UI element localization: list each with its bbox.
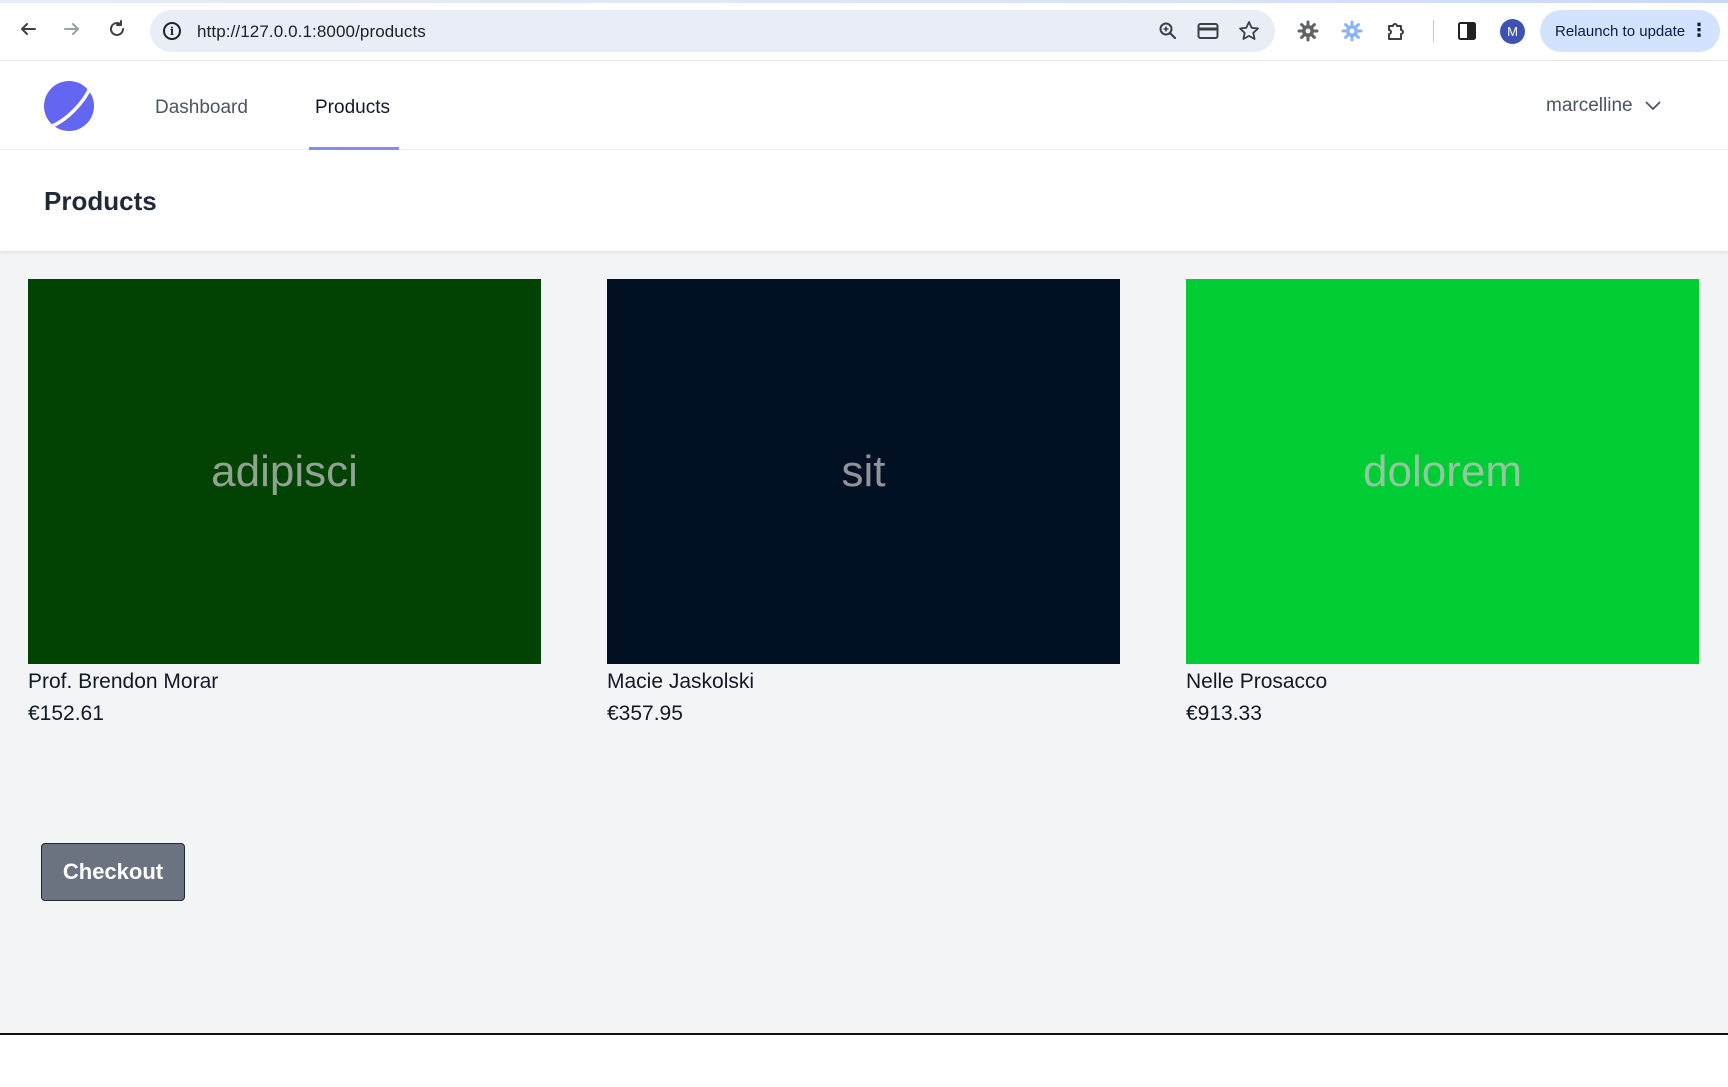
page-bottom [0, 1035, 1728, 1087]
extensions-icon[interactable] [1385, 19, 1409, 43]
settings-gear-icon[interactable] [1340, 19, 1364, 43]
extension-puzzle-gear-icon[interactable] [1296, 19, 1320, 43]
nav-products-link[interactable]: Products [315, 97, 390, 119]
tab-strip-edge [0, 0, 1728, 3]
product-price: €357.95 [607, 702, 683, 725]
product-name[interactable]: Macie Jaskolski [607, 670, 1120, 694]
reload-icon[interactable] [104, 16, 130, 42]
product-price: €152.61 [28, 702, 104, 725]
product-card[interactable]: sit Macie Jaskolski €357.95 [607, 279, 1120, 726]
address-bar[interactable]: i http://127.0.0.1:8000/products [150, 10, 1275, 52]
browser-toolbar: i http://127.0.0.1:8000/products M Relau… [0, 0, 1728, 61]
product-image-text: sit [841, 446, 886, 496]
app-navbar: Dashboard Products marcelline [0, 61, 1728, 150]
more-menu-icon[interactable]: ⋮ [1690, 20, 1708, 40]
bookmark-star-icon[interactable] [1238, 20, 1260, 42]
back-icon[interactable] [15, 16, 41, 42]
product-price: €913.33 [1186, 702, 1262, 725]
profile-avatar[interactable]: M [1500, 19, 1525, 44]
product-image[interactable]: sit [607, 279, 1120, 664]
card-icon[interactable] [1197, 20, 1219, 42]
url-text[interactable]: http://127.0.0.1:8000/products [197, 22, 426, 42]
relaunch-button[interactable]: Relaunch to update ⋮ [1540, 10, 1720, 52]
zoom-icon[interactable] [1157, 20, 1179, 42]
product-card[interactable]: dolorem Nelle Prosacco €913.33 [1186, 279, 1699, 726]
page-header: Products [0, 150, 1728, 251]
main-content: adipisci Prof. Brendon Morar €152.61 sit… [0, 251, 1728, 1035]
product-image-text: adipisci [211, 446, 358, 496]
user-name: marcelline [1546, 95, 1633, 116]
forward-icon[interactable] [59, 16, 85, 42]
chevron-down-icon [1645, 101, 1660, 110]
site-info-icon[interactable]: i [163, 22, 181, 40]
relaunch-label: Relaunch to update [1555, 22, 1686, 40]
product-name[interactable]: Prof. Brendon Morar [28, 670, 541, 694]
app-logo-icon[interactable] [44, 81, 94, 131]
nav-dashboard-link[interactable]: Dashboard [155, 97, 248, 119]
product-name[interactable]: Nelle Prosacco [1186, 670, 1699, 694]
user-dropdown[interactable]: marcelline [1546, 95, 1661, 117]
product-image[interactable]: dolorem [1186, 279, 1699, 664]
product-card[interactable]: adipisci Prof. Brendon Morar €152.61 [28, 279, 541, 726]
product-image-text: dolorem [1363, 446, 1522, 496]
page-title: Products [44, 186, 157, 216]
checkout-button[interactable]: Checkout [41, 843, 185, 901]
toolbar-separator [1433, 20, 1434, 42]
product-image[interactable]: adipisci [28, 279, 541, 664]
side-panel-icon[interactable] [1455, 19, 1479, 43]
